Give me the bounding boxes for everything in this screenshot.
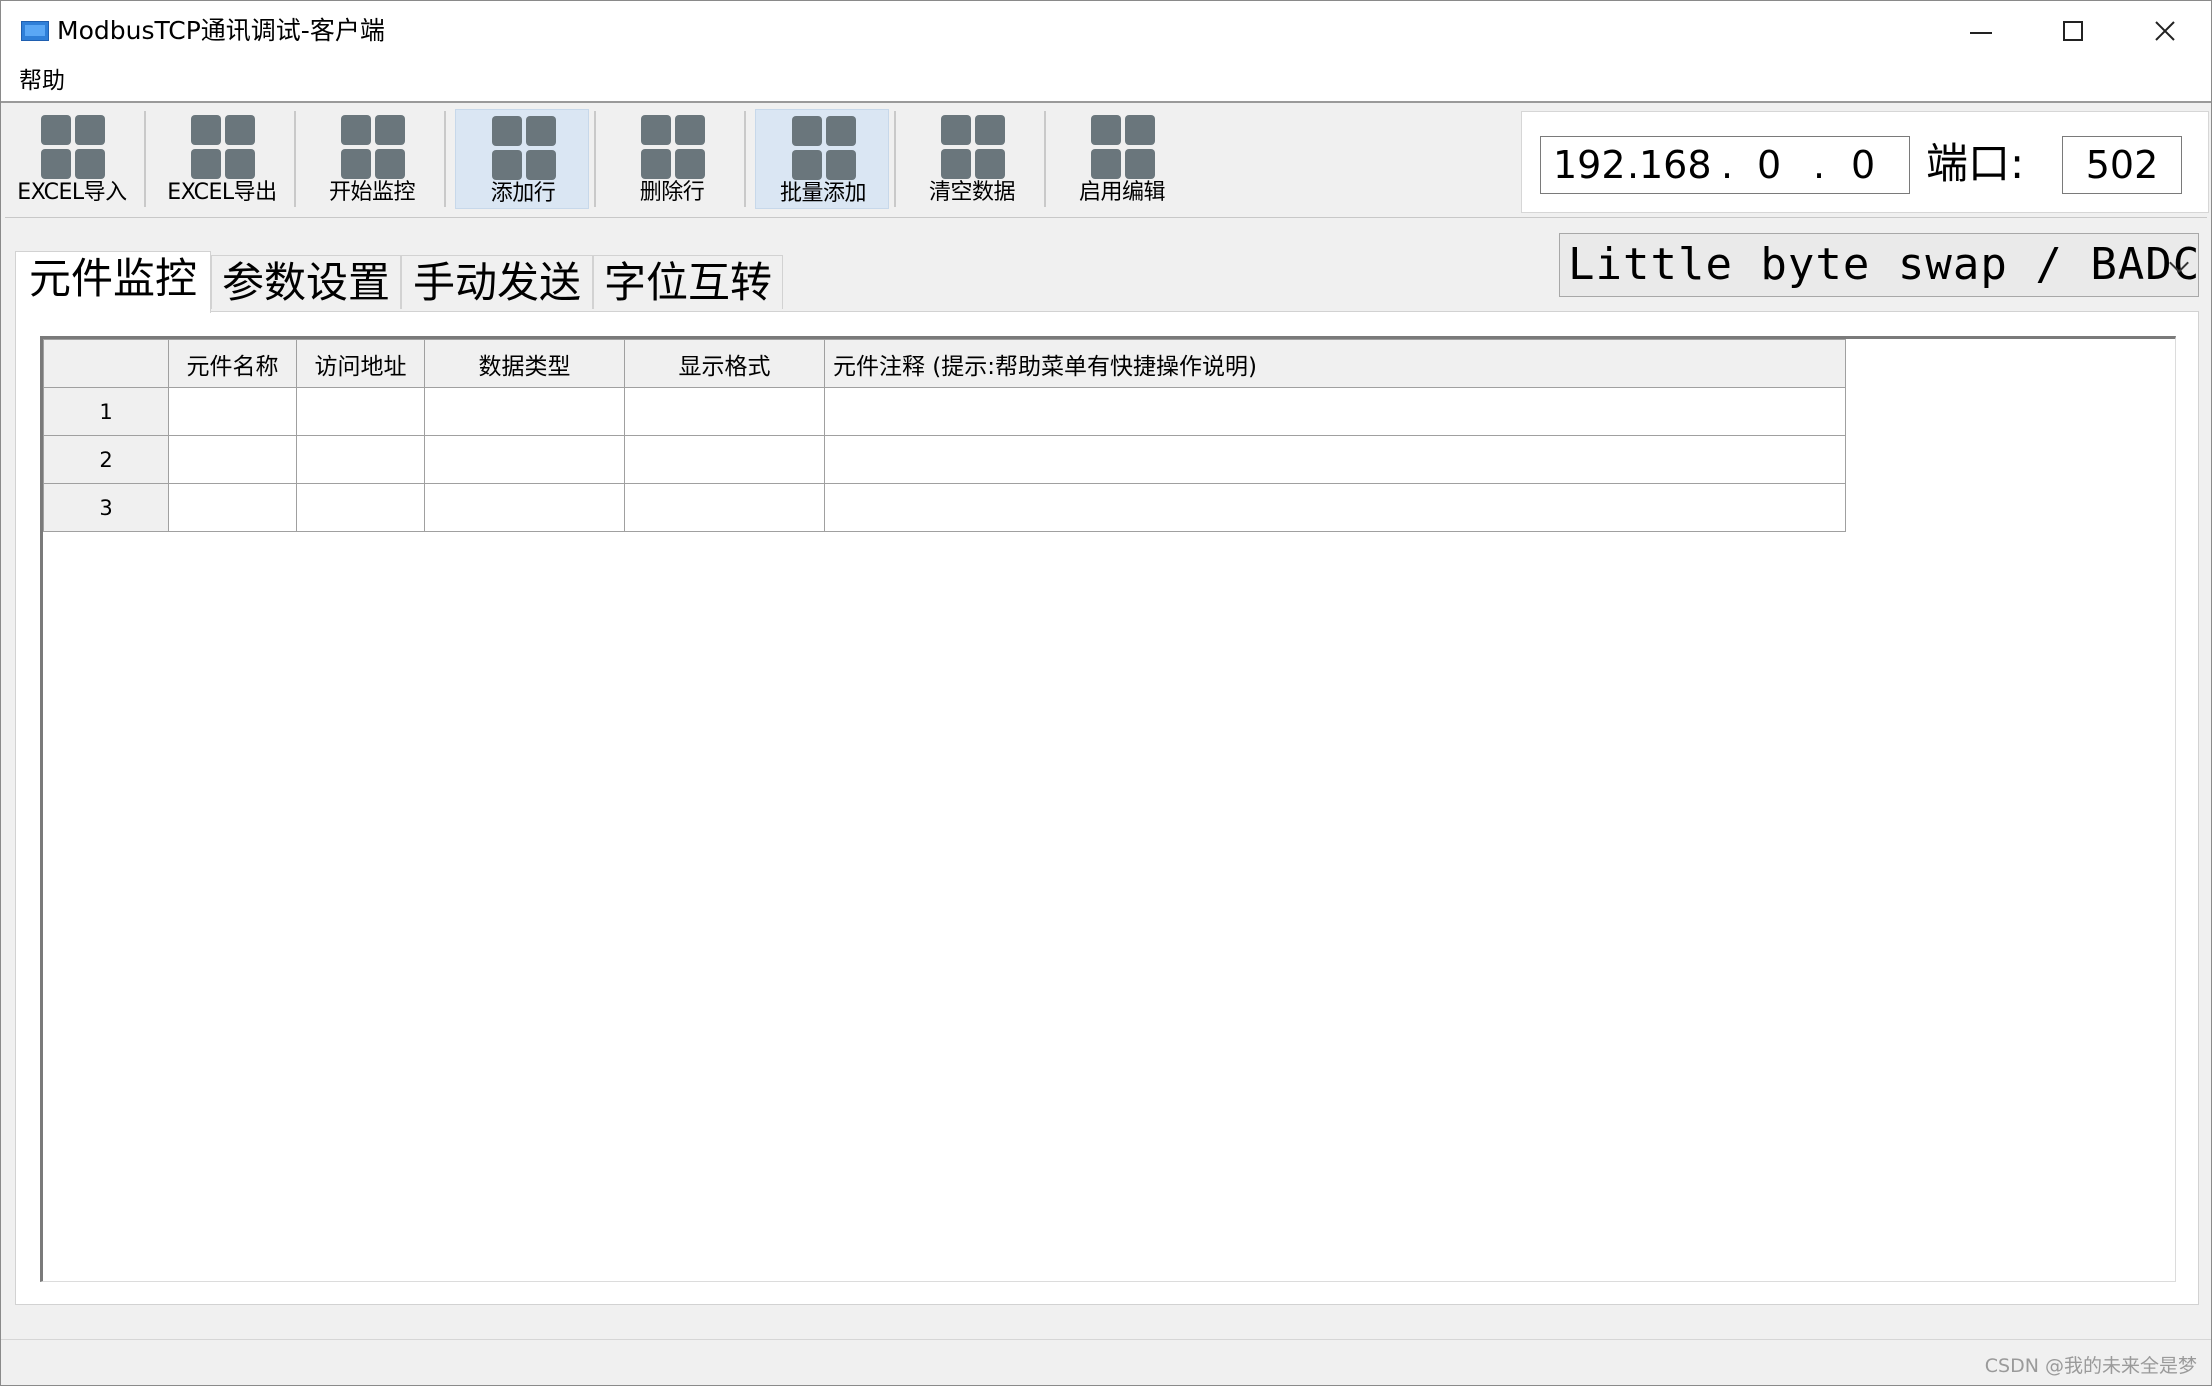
table-cell[interactable]: [824, 483, 1846, 532]
ip-octet-2[interactable]: 168: [1639, 137, 1712, 193]
menu-bar: 帮助: [1, 61, 2211, 103]
data-grid[interactable]: 元件名称 访问地址 数据类型 显示格式 元件注释 (提示:帮助菜单有快捷操作说明…: [40, 336, 2176, 1282]
toolbar-separator: [594, 111, 596, 207]
table-cell[interactable]: [624, 435, 825, 484]
grid-icon: [191, 115, 257, 181]
column-header-display-format[interactable]: 显示格式: [624, 339, 825, 388]
delete-row-button[interactable]: 删除行: [605, 109, 739, 209]
start-monitor-button[interactable]: 开始监控: [305, 109, 439, 209]
close-icon: [2155, 21, 2175, 41]
toolbar-separator: [444, 111, 446, 207]
row-header-corner[interactable]: [43, 339, 169, 388]
column-header-data-type[interactable]: 数据类型: [424, 339, 625, 388]
table-cell[interactable]: [168, 435, 297, 484]
watermark: CSDN @我的未来全是梦: [1984, 1355, 2197, 1377]
table-cell[interactable]: [824, 387, 1846, 436]
batch-add-button[interactable]: 批量添加: [755, 109, 889, 209]
tab-parameter-settings[interactable]: 参数设置: [211, 255, 401, 309]
row-header[interactable]: 2: [43, 435, 169, 484]
table-row: 2: [43, 435, 1846, 484]
add-row-label: 添加行: [490, 181, 556, 206]
maximize-button[interactable]: [2027, 1, 2119, 61]
ip-octet-1[interactable]: 192: [1553, 137, 1626, 193]
component-table: 元件名称 访问地址 数据类型 显示格式 元件注释 (提示:帮助菜单有快捷操作说明…: [43, 339, 1846, 532]
byte-order-value: Little byte swap / BADC: [1568, 239, 2201, 290]
grid-icon: [341, 115, 407, 181]
column-header-comment[interactable]: 元件注释 (提示:帮助菜单有快捷操作说明): [824, 339, 1846, 388]
excel-import-button[interactable]: EXCEL导入: [5, 109, 139, 209]
toolbar-separator: [1044, 111, 1046, 207]
table-cell[interactable]: [424, 387, 625, 436]
toolbar-separator: [144, 111, 146, 207]
toolbar-separator: [294, 111, 296, 207]
minimize-button[interactable]: [1935, 1, 2027, 61]
grid-icon: [641, 115, 707, 181]
clear-data-button[interactable]: 清空数据: [905, 109, 1039, 209]
ip-octet-3[interactable]: 0: [1757, 137, 1781, 193]
table-cell[interactable]: [424, 435, 625, 484]
toolbar-separator: [744, 111, 746, 207]
window-title: ModbusTCP通讯调试-客户端: [57, 16, 385, 45]
batch-add-label: 批量添加: [779, 181, 867, 206]
ip-address-input[interactable]: 192 . 168 . 0 . 0: [1540, 136, 1910, 194]
grid-icon: [792, 116, 858, 182]
byte-order-select[interactable]: Little byte swap / BADC: [1559, 233, 2199, 297]
enable-edit-label: 启用编辑: [1078, 180, 1166, 205]
port-input[interactable]: 502: [2062, 136, 2182, 194]
ip-dot: .: [1627, 143, 1640, 187]
delete-row-label: 删除行: [639, 180, 705, 205]
start-monitor-label: 开始监控: [328, 180, 416, 205]
maximize-icon: [2063, 21, 2083, 41]
enable-edit-button[interactable]: 启用编辑: [1055, 109, 1189, 209]
ip-octet-4[interactable]: 0: [1851, 137, 1875, 193]
minimize-icon: [1970, 32, 1992, 34]
port-label: 端口:: [1926, 139, 2025, 188]
excel-export-button[interactable]: EXCEL导出: [155, 109, 289, 209]
grid-icon: [492, 116, 558, 182]
table-cell[interactable]: [168, 483, 297, 532]
row-header[interactable]: 1: [43, 387, 169, 436]
table-cell[interactable]: [296, 483, 425, 532]
grid-icon: [941, 115, 1007, 181]
ip-dot: .: [1721, 143, 1734, 187]
table-cell[interactable]: [824, 435, 1846, 484]
clear-data-label: 清空数据: [928, 180, 1016, 205]
table-row: 1: [43, 387, 1846, 436]
app-window: ModbusTCP通讯调试-客户端 帮助 EXCEL导入 EXCEL导出 开始监…: [0, 0, 2212, 1386]
column-header-name[interactable]: 元件名称: [168, 339, 297, 388]
table-cell[interactable]: [624, 387, 825, 436]
excel-export-label: EXCEL导出: [167, 180, 277, 205]
table-cell[interactable]: [624, 483, 825, 532]
table-row: 3: [43, 483, 1846, 532]
grid-icon: [1091, 115, 1157, 181]
tab-word-bit-convert[interactable]: 字位互转: [593, 255, 783, 309]
status-bar-divider: [1, 1339, 2211, 1340]
table-cell[interactable]: [168, 387, 297, 436]
add-row-button[interactable]: 添加行: [455, 109, 589, 209]
connection-panel: 192 . 168 . 0 . 0 端口: 502: [1521, 111, 2209, 213]
toolbar-separator: [894, 111, 896, 207]
menu-help[interactable]: 帮助: [17, 65, 67, 97]
tab-content-panel: 元件名称 访问地址 数据类型 显示格式 元件注释 (提示:帮助菜单有快捷操作说明…: [15, 311, 2199, 1305]
table-header-row: 元件名称 访问地址 数据类型 显示格式 元件注释 (提示:帮助菜单有快捷操作说明…: [43, 339, 1846, 388]
grid-icon: [41, 115, 107, 181]
tab-manual-send[interactable]: 手动发送: [401, 255, 593, 309]
title-bar: ModbusTCP通讯调试-客户端: [1, 1, 2211, 61]
excel-import-label: EXCEL导入: [17, 180, 127, 205]
tab-component-monitor[interactable]: 元件监控: [15, 251, 211, 313]
close-button[interactable]: [2119, 1, 2211, 61]
app-window-icon: [21, 21, 49, 41]
table-cell[interactable]: [424, 483, 625, 532]
table-cell[interactable]: [296, 387, 425, 436]
column-header-address[interactable]: 访问地址: [296, 339, 425, 388]
table-cell[interactable]: [296, 435, 425, 484]
row-header[interactable]: 3: [43, 483, 169, 532]
ip-dot: .: [1813, 143, 1826, 187]
